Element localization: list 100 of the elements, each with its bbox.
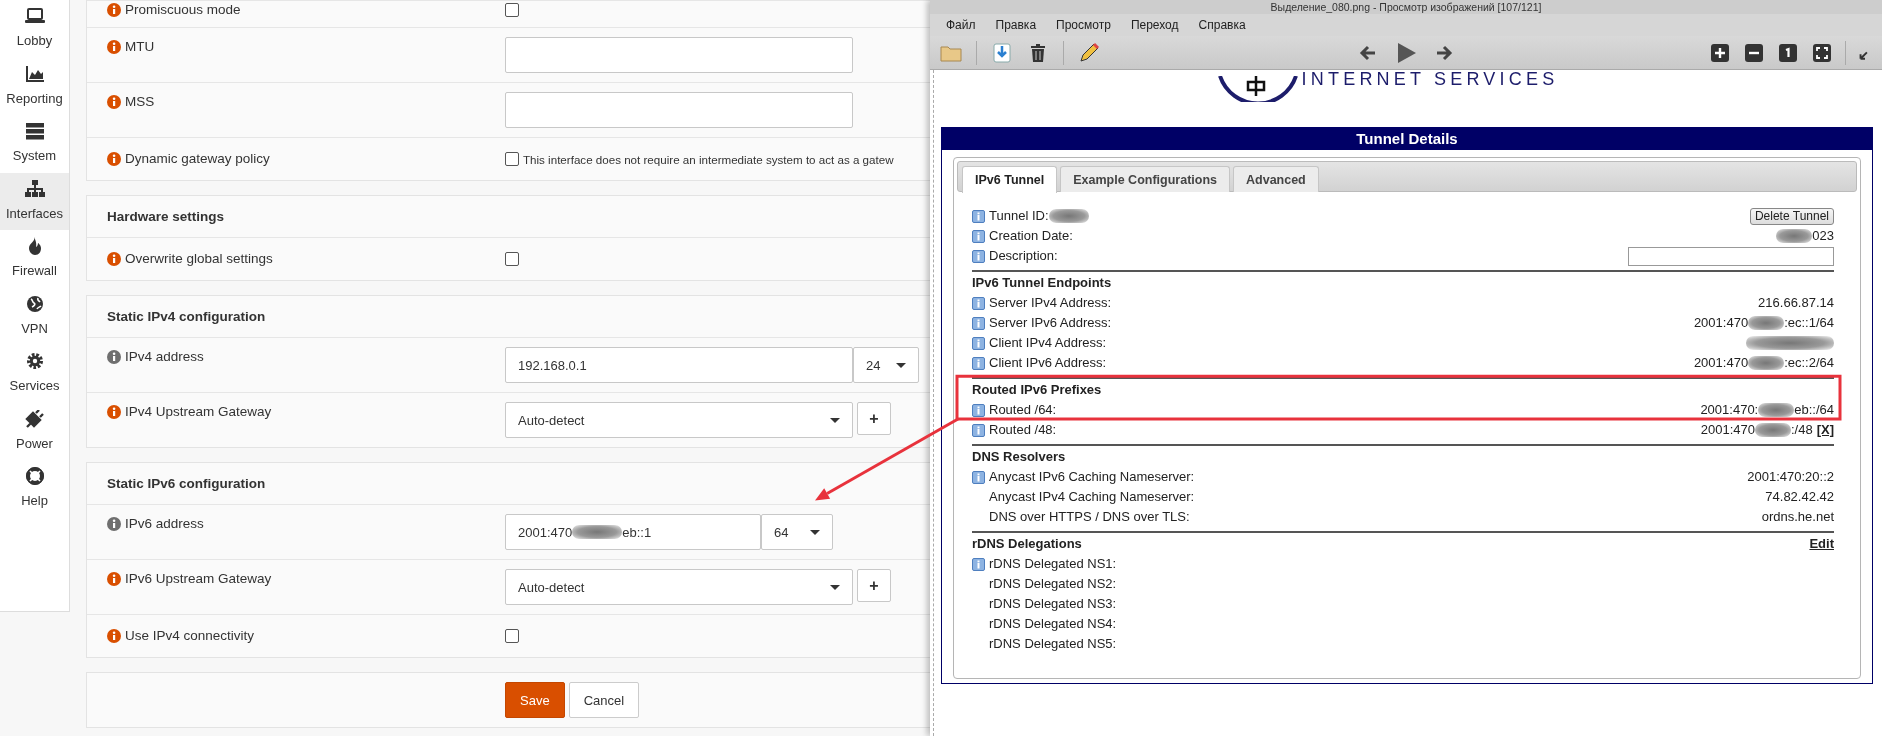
field-label: rDNS Delegated NS4: [989,615,1117,634]
checkbox[interactable] [505,252,519,267]
caret-icon [830,417,840,423]
tab[interactable]: Example Configurations [1060,166,1230,192]
lifebuoy-icon [24,467,45,485]
sitemap-icon [24,179,45,198]
sidebar-item[interactable]: Firewall [0,230,69,288]
caret-icon [896,362,906,368]
field-value: ordns.he.net [1761,508,1834,527]
sidebar-item[interactable]: System [0,115,69,173]
delete-tunnel-button[interactable]: Delete Tunnel [1749,207,1834,225]
field-label: Dynamic gateway policy [125,149,270,168]
field-label: IPv4 Upstream Gateway [125,403,272,422]
field-value: :/48 [1790,421,1813,440]
menu-item[interactable]: Справка [1188,16,1256,34]
zoom-out-icon[interactable] [1743,41,1765,64]
address-input[interactable]: 2001:470 eb::1 [505,514,761,551]
caret-icon [830,584,840,590]
field-label: rDNS Delegated NS5: [989,635,1117,654]
server-icon [24,122,45,140]
description-input[interactable] [1628,246,1834,266]
field-label: rDNS Delegated NS3: [989,595,1117,614]
field-value: 023 [1812,227,1834,246]
sidebar-item[interactable]: Interfaces [0,172,69,230]
gear-icon [24,352,45,370]
field-label: Overwrite global settings [125,250,273,269]
info-icon [107,629,121,644]
save-button[interactable]: Save [505,682,565,719]
tab[interactable]: IPv6 Tunnel [962,166,1058,193]
menu-item[interactable]: Просмотр [1046,16,1121,34]
sidebar-item[interactable]: Lobby [0,0,69,58]
panel-title: Tunnel Details [942,128,1872,150]
download-icon[interactable] [991,41,1013,64]
sidebar-item[interactable]: Power [0,402,69,460]
checkbox[interactable] [505,629,519,644]
section-title: rDNS Delegations [972,535,1082,554]
field-value: :ec::2/64 [1784,354,1834,373]
field-label: Description: [989,247,1058,266]
field-label: Routed /64: [989,401,1057,420]
add-button[interactable]: + [857,402,891,436]
edit-link[interactable]: Edit [1809,534,1834,554]
menu-item[interactable]: Файл [936,16,986,34]
field-label: IPv6 address [125,515,204,534]
laptop-icon [24,7,45,25]
checkbox[interactable] [505,3,519,17]
section-title: DNS Resolvers [972,448,1066,467]
gateway-select[interactable]: Auto-detect [505,402,853,439]
sidebar-item[interactable]: Reporting [0,57,69,115]
gateway-select[interactable]: Auto-detect [505,569,853,606]
sidebar-item[interactable]: Help [0,460,69,518]
field-value: 2001:470: [1700,401,1759,420]
field-label: Routed /48: [989,421,1057,440]
menu-item[interactable]: Правка [985,16,1047,34]
actual-size-icon[interactable] [1777,41,1799,64]
field-label: Server IPv4 Address: [989,294,1112,313]
section-title: Hardware settings [106,207,226,226]
checkbox[interactable] [505,152,519,166]
field-label: rDNS Delegated NS1: [989,555,1117,574]
section-title: Routed IPv6 Prefixes [972,381,1102,400]
fit-screen-icon[interactable] [1811,41,1833,64]
info-icon [107,517,121,532]
info-icon [107,405,121,420]
add-button[interactable]: + [857,569,891,603]
field-label: Use IPv4 connectivity [125,627,255,646]
field-label: Client IPv6 Address: [989,354,1107,373]
logo-text: INTERNET SERVICES [1301,70,1559,88]
info-icon [107,572,121,587]
field-value: 2001:470 [1693,314,1749,333]
logo-icon [1217,76,1298,102]
field-value: :ec::1/64 [1784,314,1834,333]
field-value: 2001:470 [1700,421,1755,440]
field-label: MSS [125,92,155,111]
field-label: IPv6 Upstream Gateway [125,570,272,589]
field-label: rDNS Delegated NS2: [989,575,1117,594]
address-input[interactable]: 192.168.0.1 [505,347,853,384]
info-icon [107,252,121,267]
remove-link[interactable]: [X] [1816,420,1834,440]
window-title: Выделение_080.png - Просмотр изображений [107/121] [930,0,1882,14]
menu-item[interactable]: Переход [1120,16,1189,34]
field-value: 216.66.87.14 [1758,294,1834,313]
zoom-in-icon[interactable] [1709,41,1731,64]
sidebar-item[interactable]: Services [0,345,69,403]
prefix-select[interactable]: 24 [853,347,919,384]
globe-icon [24,294,45,313]
checkbox-label: This interface does not require an intermediate system to act as a gatew [523,152,894,168]
caret-icon [810,529,820,535]
pencil-icon[interactable] [1078,41,1100,64]
chart-icon [24,64,45,83]
field-value: 2001:470 [1693,354,1749,373]
field-value: 2001:470:20::2 [1747,468,1834,487]
plug-icon [24,409,45,428]
cancel-button[interactable]: Cancel [568,682,640,719]
field-label: Tunnel ID: [989,207,1049,226]
field-label: Promiscuous mode [125,0,241,19]
tab[interactable]: Advanced [1233,166,1319,192]
text-input[interactable] [505,92,853,128]
info-icon [107,95,121,109]
sidebar-item[interactable]: VPN [0,287,69,345]
text-input[interactable] [505,37,853,73]
prefix-select[interactable]: 64 [761,514,833,551]
